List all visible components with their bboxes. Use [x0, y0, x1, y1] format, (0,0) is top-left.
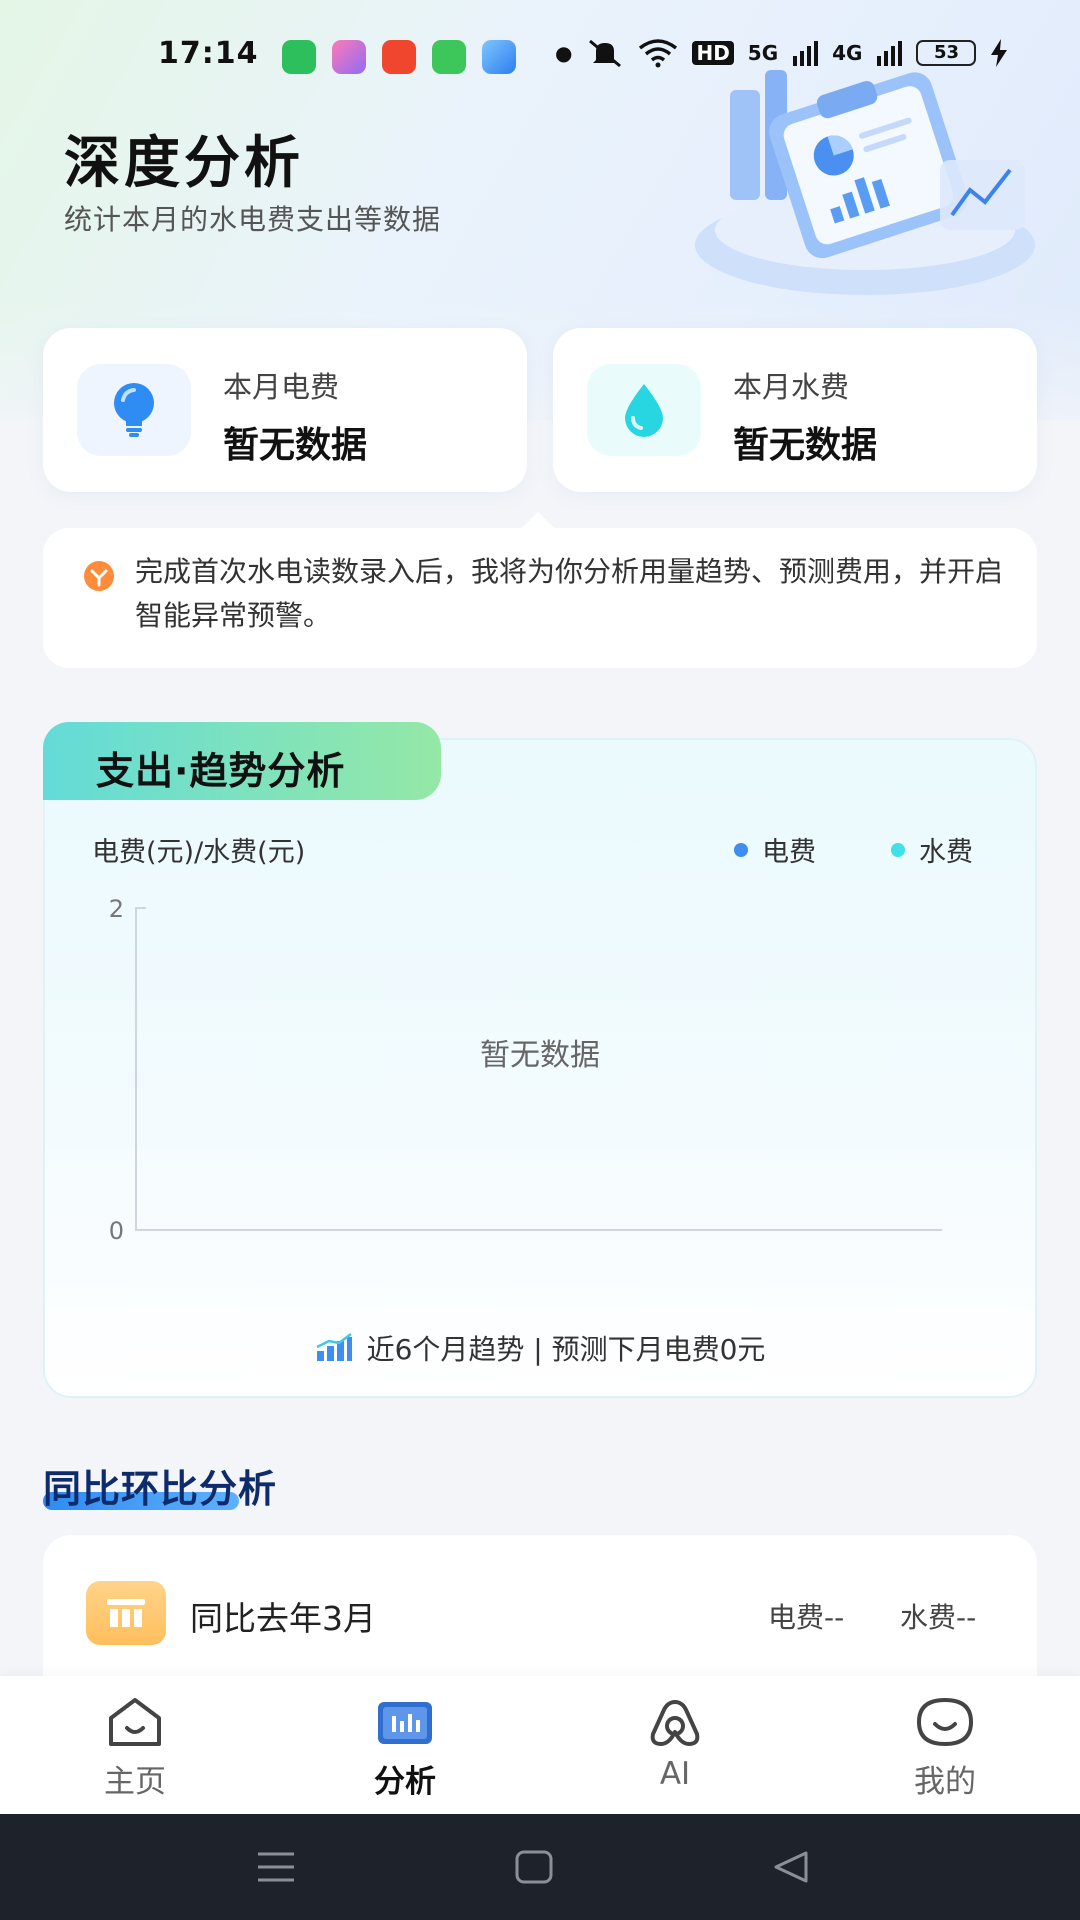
app-notification-icon [282, 40, 316, 74]
mute-icon [589, 39, 622, 68]
chart-y-axis-label: 电费(元)/水费(元) [92, 837, 306, 868]
system-navigation-bar [0, 1814, 1080, 1920]
water-fee-value: 暂无数据 [733, 425, 878, 466]
electric-fee-label: 本月电费 [223, 370, 340, 404]
tab-mine-label: 我的 [914, 1764, 976, 1800]
charging-icon [991, 39, 1008, 67]
home-icon [109, 1698, 161, 1746]
dot-icon: ● [555, 41, 573, 65]
water-fee-label: 本月水费 [733, 370, 850, 404]
y-tick-label: 2 [109, 895, 124, 923]
electric-fee-card[interactable]: 本月电费 暂无数据 [43, 328, 527, 492]
calendar-icon [86, 1581, 166, 1645]
signal-icon [877, 41, 903, 66]
assistant-icon [84, 561, 114, 591]
tab-analysis-label: 分析 [374, 1764, 436, 1800]
tab-home-label: 主页 [104, 1764, 166, 1800]
legend-water: 水费 [891, 830, 973, 869]
legend-water-dot [891, 842, 905, 857]
legend-electric-dot [734, 842, 748, 857]
chart-empty-text: 暂无数据 [480, 1038, 600, 1073]
electric-icon-box [77, 364, 191, 456]
clipboard-chart-illustration [695, 70, 1035, 295]
ai-tip-box: 完成首次水电读数录入后，我将为你分析用量趋势、预测费用，并开启智能异常预警。 [43, 528, 1037, 668]
water-fee-card[interactable]: 本月水费 暂无数据 [553, 328, 1037, 492]
status-time: 17:14 [158, 36, 259, 71]
tip-text: 完成首次水电读数录入后，我将为你分析用量趋势、预测费用，并开启智能异常预警。 [135, 555, 1004, 632]
legend-water-label: 水费 [919, 837, 973, 868]
wifi-icon [639, 39, 678, 68]
tab-ai-label: AI [659, 1756, 691, 1792]
chart-footer-text: 近6个月趋势 | 预测下月电费0元 [366, 1333, 766, 1366]
tab-mine[interactable]: 我的 [845, 1676, 1045, 1814]
menu-icon[interactable] [256, 1850, 296, 1884]
app-notification-icon [482, 40, 516, 74]
page-title: 深度分析 [64, 131, 304, 196]
legend-electric: 电费 [734, 830, 816, 869]
chart-section-title: 支出·趋势分析 [96, 749, 346, 793]
battery-indicator: 53 [916, 40, 977, 66]
water-drop-icon [625, 384, 663, 437]
app-notification-icon [332, 40, 366, 74]
yoy-electric-value: 电费-- [768, 1601, 845, 1634]
signal-4g-label: 4G [832, 41, 863, 65]
notification-icons [282, 40, 516, 74]
app-notification-icon [432, 40, 466, 74]
back-icon[interactable] [772, 1850, 810, 1884]
profile-icon [916, 1697, 974, 1747]
ai-icon [650, 1700, 700, 1746]
hd-badge: HD [692, 41, 734, 65]
bottom-tab-bar: 主页 分析 AI 我的 [0, 1676, 1080, 1814]
tab-home[interactable]: 主页 [35, 1676, 235, 1814]
home-button-icon[interactable] [515, 1850, 553, 1884]
water-icon-box [587, 364, 701, 456]
electric-fee-value: 暂无数据 [223, 425, 368, 466]
y-tick-label: 0 [109, 1217, 124, 1245]
signal-5g-label: 5G [747, 41, 779, 65]
signal-icon [793, 41, 819, 66]
yoy-row-label: 同比去年3月 [190, 1599, 376, 1638]
chart-footer: 近6个月趋势 | 预测下月电费0元 [0, 1328, 1080, 1368]
analysis-icon [378, 1702, 432, 1744]
system-status-icons: ● HD 5G 4G 53 [555, 38, 1008, 68]
tab-analysis[interactable]: 分析 [305, 1676, 505, 1814]
bar-chart-icon [316, 1333, 352, 1361]
yoy-water-value: 水费-- [900, 1601, 977, 1634]
video-app-icon [382, 40, 416, 74]
legend-electric-label: 电费 [762, 837, 816, 868]
tab-ai[interactable]: AI [575, 1676, 775, 1814]
lightbulb-icon [114, 383, 154, 437]
yoy-section-title: 同比环比分析 [43, 1467, 278, 1511]
page-subtitle: 统计本月的水电费支出等数据 [64, 203, 442, 236]
